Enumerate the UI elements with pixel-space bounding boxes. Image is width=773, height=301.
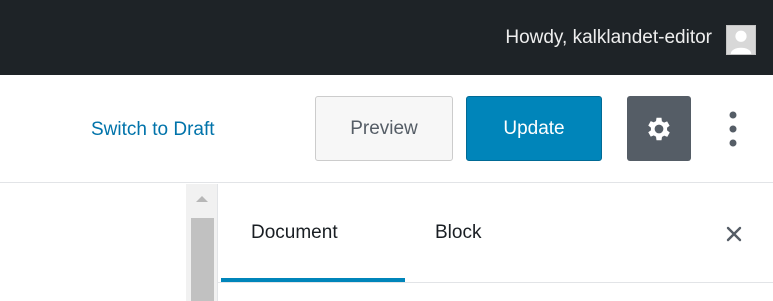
more-options-button[interactable] <box>718 96 748 161</box>
switch-to-draft-link[interactable]: Switch to Draft <box>91 119 215 141</box>
scroll-up-arrow-icon[interactable] <box>196 196 208 202</box>
settings-button[interactable] <box>627 96 691 161</box>
close-sidebar-button[interactable] <box>718 218 750 250</box>
content-scrollbar[interactable] <box>186 184 217 301</box>
scrollbar-thumb[interactable] <box>191 218 214 301</box>
update-button[interactable]: Update <box>466 96 602 161</box>
editor-header: Switch to Draft Preview Update <box>0 75 773 183</box>
tab-block[interactable]: Block <box>435 184 481 282</box>
avatar-silhouette <box>727 26 755 54</box>
gear-icon <box>648 117 670 140</box>
account-greeting[interactable]: Howdy, kalklandet-editor <box>505 27 712 49</box>
close-icon <box>726 226 742 242</box>
settings-sidebar: Document Block <box>217 184 773 301</box>
tab-document[interactable]: Document <box>251 184 338 282</box>
admin-bar: Howdy, kalklandet-editor <box>0 0 773 75</box>
tab-divider <box>218 282 773 283</box>
vertical-ellipsis-icon <box>729 111 737 146</box>
preview-button[interactable]: Preview <box>315 96 453 161</box>
user-avatar-icon[interactable] <box>726 25 756 55</box>
